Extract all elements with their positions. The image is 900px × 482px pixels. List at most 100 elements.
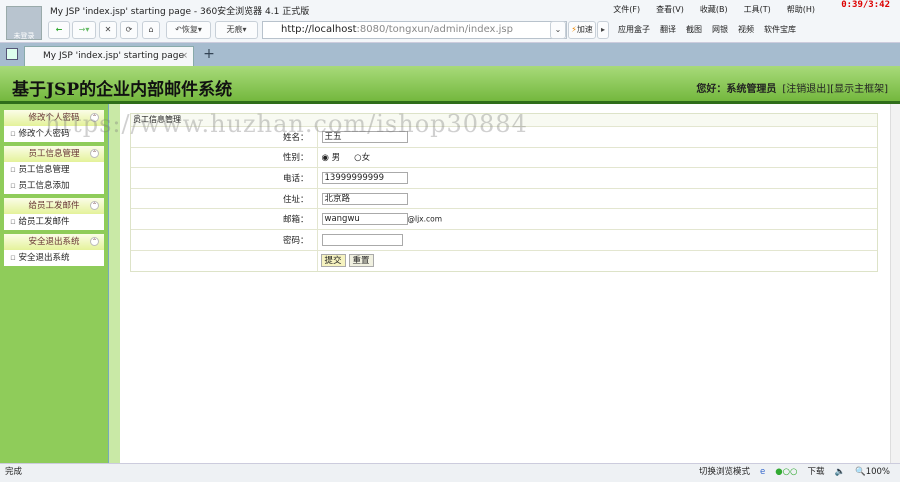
incognito-label: 无痕 — [226, 25, 243, 34]
panel-heading: 员工信息管理 — [131, 114, 877, 126]
video-button[interactable]: 视频 — [738, 24, 754, 35]
bank-button[interactable]: 网银 — [712, 24, 728, 35]
collapse-icon[interactable]: ⌃ — [90, 201, 99, 210]
group-header[interactable]: 安全退出系统 ⌃ — [4, 234, 104, 250]
restore-label: 恢复 — [181, 25, 198, 34]
sidebar-group-employee: 员工信息管理 ⌃ 员工信息管理员工信息添加 — [4, 146, 104, 194]
speedup-label: 加速 — [576, 25, 593, 34]
gender-male-radio[interactable]: ◉ 男 — [322, 153, 341, 163]
employee-form: 姓名： 王五 性别： ◉ 男 ○女 电话： 13999999999 住址： 北京路 邮箱：… — [131, 126, 877, 271]
page-header: 基于JSP的企业内部邮件系统 您好：系统管理员 [注销退出][显示主框架] — [0, 66, 900, 104]
group-title: 给员工发邮件 — [28, 201, 80, 211]
sidebar-item-logout[interactable]: 安全退出系统 — [4, 250, 104, 266]
sidebar-splitter[interactable] — [108, 104, 120, 463]
collapse-icon[interactable]: ⌃ — [90, 149, 99, 158]
zoom-value: 100% — [865, 467, 890, 477]
status-tools: 切换浏览模式 e ●○○ 下载 🔈 🔍100% — [699, 464, 890, 481]
forward-icon[interactable]: →▾ — [72, 21, 96, 39]
sidebar-item-employee-add[interactable]: 员工信息添加 — [4, 178, 104, 194]
male-label: 男 — [331, 153, 341, 164]
ie-icon[interactable]: e — [760, 464, 765, 481]
browser-toolbar: ← →▾ ✕ ⟳ ⌂ ↶恢复▾ 无痕▾ http://localhost:808… — [0, 18, 900, 43]
address-input[interactable]: 北京路 — [321, 192, 408, 205]
toggle-icon[interactable]: ●○○ — [775, 464, 797, 481]
email-label: 邮箱： — [131, 208, 318, 230]
sidebar-group-mail: 给员工发邮件 ⌃ 给员工发邮件 — [4, 198, 104, 230]
sidebar-group-password: 修改个人密码 ⌃ 修改个人密码 — [4, 110, 104, 142]
app-box-button[interactable]: 应用盒子 — [618, 24, 650, 35]
sidebar-item-send-mail[interactable]: 给员工发邮件 — [4, 214, 104, 230]
window-titlebar: My JSP 'index.jsp' starting page - 360安全… — [0, 0, 900, 18]
play-icon[interactable]: ▸ — [597, 21, 609, 39]
female-label: 女 — [361, 153, 371, 164]
name-input[interactable]: 王五 — [321, 130, 408, 143]
email-suffix: @ljx.com — [407, 214, 443, 224]
url-path: :8080/tongxun/admin/index.jsp — [356, 24, 513, 35]
phone-label: 电话： — [131, 167, 318, 189]
sidebar-item-change-password[interactable]: 修改个人密码 — [4, 126, 104, 142]
button-row-label — [131, 249, 318, 271]
sidebar: 修改个人密码 ⌃ 修改个人密码 员工信息管理 ⌃ 员工信息管理员工信息添加 给员工发邮件… — [0, 104, 108, 463]
employee-form-panel: 员工信息管理 姓名： 王五 性别： ◉ 男 ○女 电话： 13999999999 住址：… — [130, 113, 878, 272]
menu-help[interactable]: 帮助(H) — [787, 4, 815, 15]
extension-tools: 应用盒子 翻译 截图 网银 视频 软件宝库 — [618, 24, 796, 35]
translate-button[interactable]: 翻译 — [660, 24, 676, 35]
video-timer: 0:39/3:42 — [841, 0, 890, 10]
restore-button[interactable]: ↶恢复▾ — [166, 21, 211, 39]
name-label: 姓名： — [131, 126, 318, 148]
speedup-button[interactable]: ⚡加速 — [568, 21, 596, 39]
sidebar-group-logout: 安全退出系统 ⌃ 安全退出系统 — [4, 234, 104, 266]
address-bar[interactable]: http://localhost:8080/tongxun/admin/inde… — [262, 21, 567, 39]
greeting: 您好：系统管理员 — [696, 84, 777, 95]
tab-bar: My JSP 'index.jsp' starting page × + — [0, 43, 900, 66]
group-header[interactable]: 给员工发邮件 ⌃ — [4, 198, 104, 214]
status-bar: 完成 切换浏览模式 e ●○○ 下载 🔈 🔍100% — [0, 463, 900, 482]
software-button[interactable]: 软件宝库 — [764, 24, 796, 35]
menu-view[interactable]: 查看(V) — [656, 4, 684, 15]
group-title: 员工信息管理 — [28, 149, 80, 159]
switch-mode-button[interactable]: 切换浏览模式 — [699, 464, 750, 481]
refresh-icon[interactable]: ⟳ — [120, 21, 138, 39]
new-tab-icon[interactable]: + — [200, 46, 218, 64]
sidebar-item-employee-manage[interactable]: 员工信息管理 — [4, 162, 104, 178]
tab-index[interactable]: My JSP 'index.jsp' starting page × — [24, 46, 194, 66]
phone-input[interactable]: 13999999999 — [321, 171, 408, 184]
menu-tools[interactable]: 工具(T) — [744, 4, 771, 15]
close-tab-icon[interactable]: × — [180, 47, 188, 65]
site-title: 基于JSP的企业内部邮件系统 — [12, 80, 233, 100]
collapse-icon[interactable]: ⌃ — [90, 237, 99, 246]
gender-female-radio[interactable]: ○女 — [354, 153, 370, 163]
email-input[interactable]: wangwu — [321, 213, 408, 226]
logout-link[interactable]: [注销退出] — [782, 84, 830, 95]
screenshot-button[interactable]: 截图 — [686, 24, 702, 35]
header-user: 您好：系统管理员 [注销退出][显示主框架] — [696, 80, 888, 95]
address-dropdown-icon[interactable]: ⌄ — [550, 21, 566, 39]
incognito-button[interactable]: 无痕▾ — [215, 21, 258, 39]
menu-file[interactable]: 文件(F) — [613, 4, 640, 15]
gender-label: 性别： — [131, 146, 318, 168]
reset-button[interactable]: 重置 — [348, 254, 374, 268]
stop-icon[interactable]: ✕ — [99, 21, 117, 39]
password-input[interactable] — [321, 233, 403, 246]
home-icon[interactable]: ⌂ — [142, 21, 160, 39]
vertical-scrollbar[interactable] — [890, 104, 900, 463]
show-frame-link[interactable]: [显示主框架] — [830, 84, 888, 95]
user-avatar[interactable]: 未登录 — [6, 6, 42, 40]
volume-icon[interactable]: 🔈 — [835, 464, 846, 481]
back-icon[interactable]: ← — [48, 21, 70, 39]
url-host: http://localhost — [281, 24, 357, 35]
group-title: 安全退出系统 — [28, 237, 80, 247]
menu-bar: 文件(F) 查看(V) 收藏(B) 工具(T) 帮助(H) — [613, 4, 815, 15]
password-label: 密码： — [131, 228, 318, 251]
download-button[interactable]: 下载 — [807, 464, 824, 481]
sidebar-toggle-icon[interactable] — [6, 48, 18, 60]
group-header[interactable]: 员工信息管理 ⌃ — [4, 146, 104, 162]
collapse-icon[interactable]: ⌃ — [90, 113, 99, 122]
address-label: 住址： — [131, 187, 318, 209]
submit-button[interactable]: 提交 — [320, 254, 346, 268]
zoom-level[interactable]: 🔍100% — [855, 464, 890, 481]
tab-label: My JSP 'index.jsp' starting page — [43, 51, 185, 61]
menu-favorites[interactable]: 收藏(B) — [700, 4, 728, 15]
group-header[interactable]: 修改个人密码 ⌃ — [4, 110, 104, 126]
status-text: 完成 — [5, 467, 23, 477]
